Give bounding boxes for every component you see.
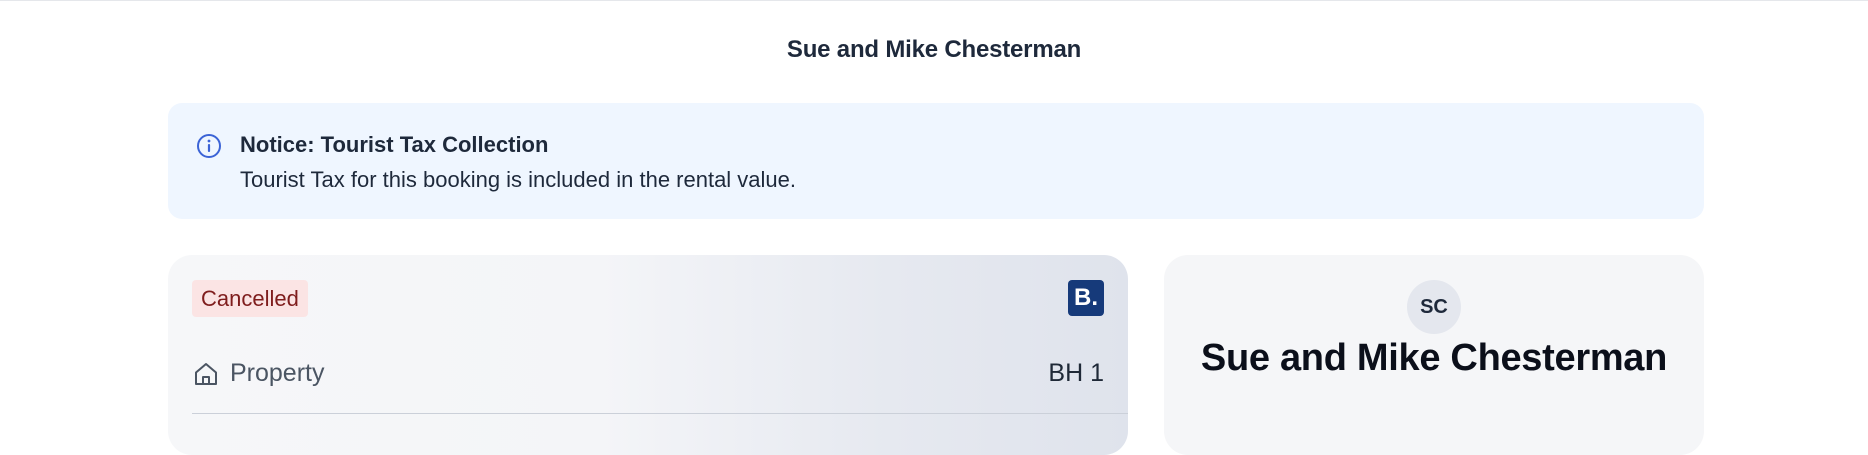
page-title: Sue and Mike Chesterman (786, 36, 1082, 63)
booking-card: Cancelled B. Property BH 1 (168, 255, 1128, 455)
info-circle-icon (197, 134, 221, 158)
status-badge: Cancelled (192, 280, 308, 317)
avatar: SC (1407, 280, 1461, 334)
property-row: Property BH 1 (192, 354, 1104, 394)
guest-name: Sue and Mike Chesterman (1200, 337, 1668, 379)
notice-body: Tourist Tax for this booking is included… (240, 167, 797, 192)
booking-com-letter: B. (1074, 284, 1098, 311)
notice-title: Notice: Tourist Tax Collection (240, 132, 549, 157)
guest-card: SC Sue and Mike Chesterman (1164, 255, 1704, 455)
property-label: Property (230, 359, 325, 387)
tourist-tax-notice: Notice: Tourist Tax Collection Tourist T… (168, 103, 1704, 219)
property-value: BH 1 (1048, 359, 1104, 387)
home-icon (195, 363, 217, 385)
property-divider (192, 413, 1128, 414)
top-divider (0, 0, 1868, 1)
booking-com-logo: B. (1068, 280, 1104, 316)
